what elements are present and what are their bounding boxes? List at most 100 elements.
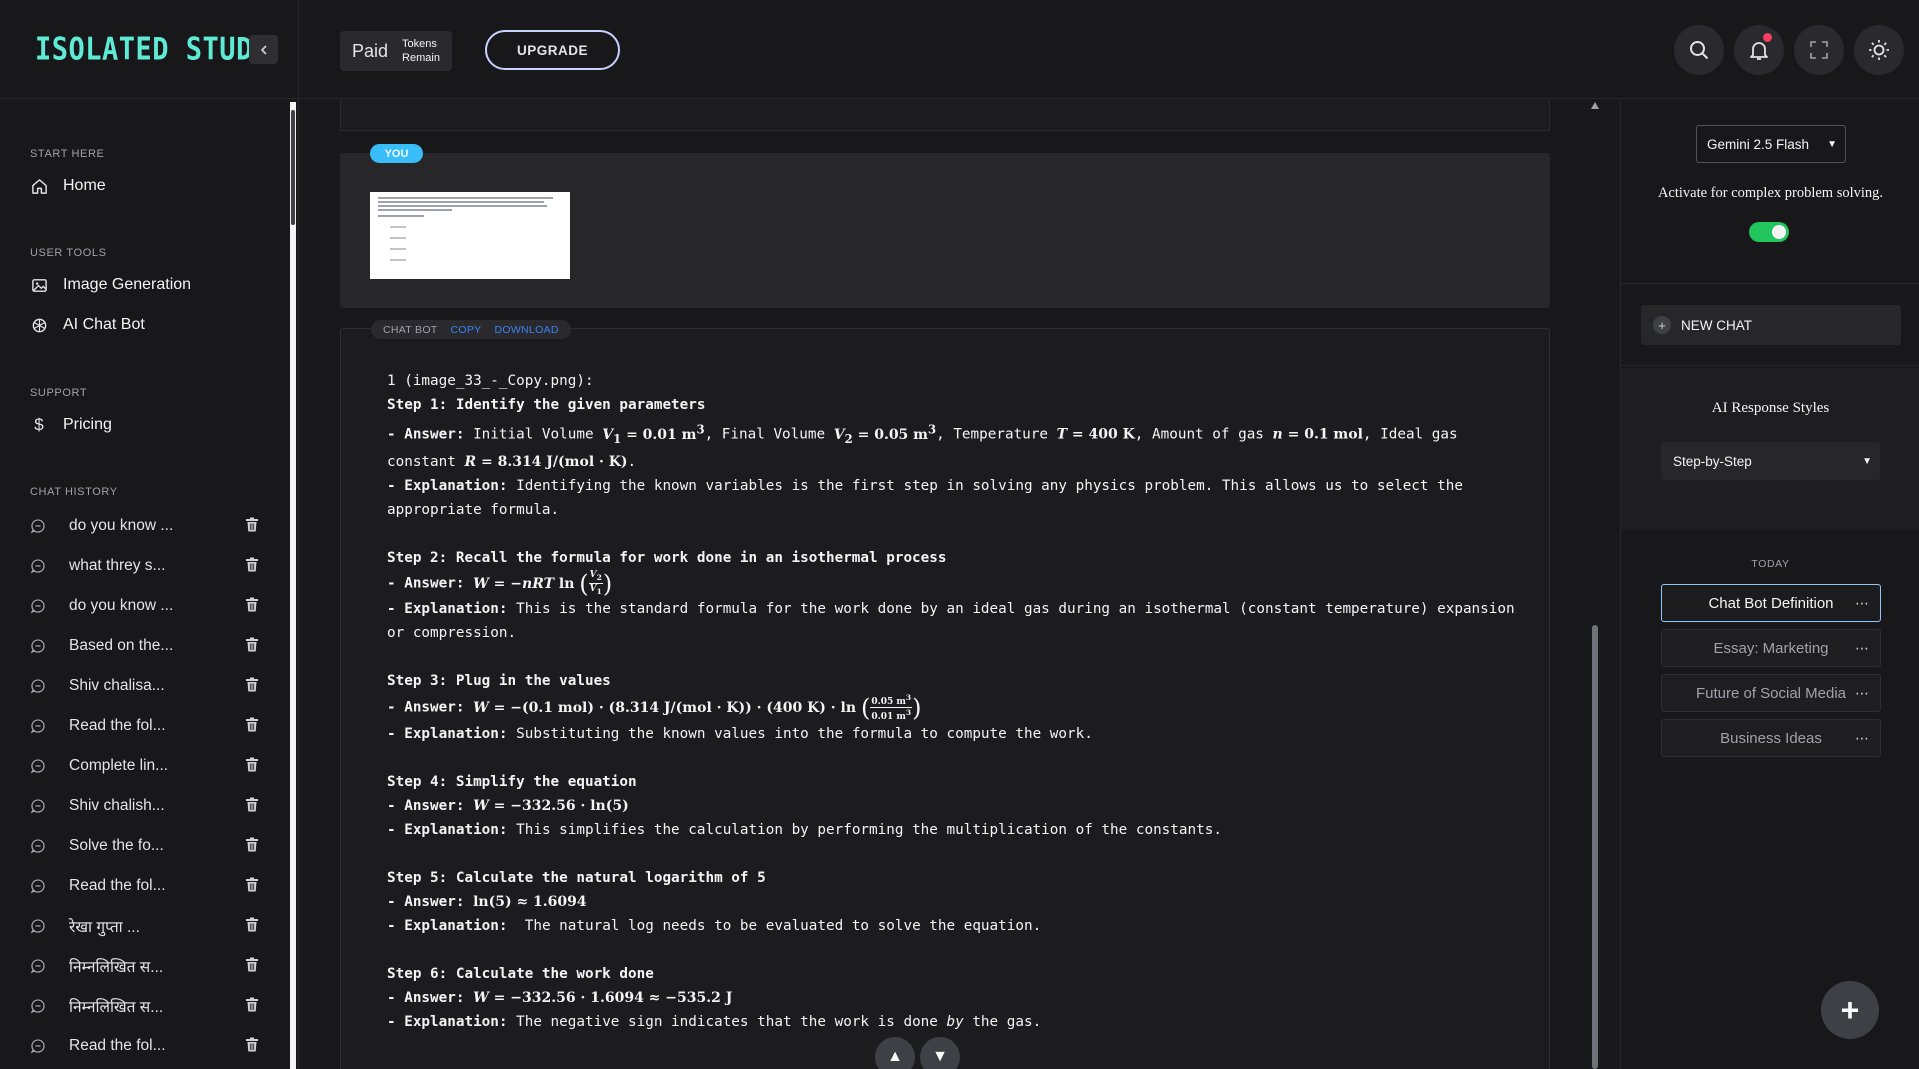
trash-icon[interactable] — [245, 957, 259, 976]
chat-history-title: निम्नलिखित स... — [69, 959, 164, 976]
more-icon[interactable]: ⋯ — [1855, 640, 1870, 657]
conversation-item[interactable]: Future of Social Media ⋯ — [1661, 674, 1881, 712]
sidebar-scrollbar[interactable] — [290, 102, 296, 1069]
sidebar-item-label: AI Chat Bot — [63, 316, 145, 333]
collapse-sidebar-button[interactable] — [249, 35, 278, 64]
conversation-title: Business Ideas — [1720, 729, 1822, 747]
chat-bot-tag: CHAT BOT — [383, 323, 438, 336]
more-icon[interactable]: ⋯ — [1855, 685, 1870, 702]
step-explanation: - Explanation: The negative sign indicat… — [387, 1014, 1042, 1031]
floating-add-button[interactable]: + — [1821, 981, 1879, 1039]
section-title-start: START HERE — [30, 148, 105, 160]
complex-solving-toggle[interactable] — [1749, 222, 1789, 242]
step-title: Step 1: Identify the given parameters — [387, 397, 706, 413]
chat-history-item[interactable]: Complete lin... — [0, 746, 290, 786]
chat-bubble-icon — [30, 558, 47, 575]
user-message: YOU — [340, 144, 1550, 308]
step-explanation: - Explanation: This is the standard form… — [387, 601, 1515, 642]
fullscreen-button[interactable] — [1794, 25, 1844, 75]
step-title: Step 5: Calculate the natural logarithm … — [387, 870, 766, 887]
chat-history-item[interactable]: Based on the... — [0, 626, 290, 666]
trash-icon[interactable] — [245, 1037, 259, 1056]
notification-dot — [1763, 33, 1772, 42]
new-chat-button[interactable]: + NEW CHAT — [1641, 305, 1901, 345]
conversation-item[interactable]: Business Ideas ⋯ — [1661, 719, 1881, 757]
brand-logo[interactable]: ISOLATED STUDY — [35, 31, 270, 67]
sidebar-item-ai-chat-bot[interactable]: AI Chat Bot — [0, 305, 290, 345]
trash-icon[interactable] — [245, 997, 259, 1016]
sidebar-scroll-thumb[interactable] — [291, 110, 295, 225]
chat-history-item[interactable]: Solve the fo... — [0, 826, 290, 866]
chat-history-item[interactable]: Read the fol... — [0, 866, 290, 906]
trash-icon[interactable] — [245, 917, 259, 936]
chat-bubble-icon — [30, 998, 47, 1015]
chat-history-item[interactable]: Shiv chalisa... — [0, 666, 290, 706]
trash-icon[interactable] — [245, 637, 259, 656]
trash-icon[interactable] — [245, 677, 259, 696]
chat-bubble-icon — [30, 798, 47, 815]
chat-area: YOU CHAT BOT COPY DOWNLOAD 1 (image_33_-… — [300, 100, 1620, 1069]
response-styles-panel: AI Response Styles Step-by-Step ▼ — [1621, 368, 1919, 530]
chat-scrollbar[interactable] — [1590, 100, 1600, 1069]
conversation-title: Essay: Marketing — [1713, 639, 1829, 657]
step-explanation: - Explanation: The natural log needs to … — [387, 918, 1042, 935]
chat-history-item[interactable]: Shiv chalish... — [0, 786, 290, 826]
step-answer: - Answer: Initial Volume V1 = 0.01 m3, F… — [387, 422, 1458, 471]
trash-icon[interactable] — [245, 837, 259, 856]
model-select[interactable]: Gemini 2.5 Flash ▼ — [1696, 125, 1846, 163]
trash-icon[interactable] — [245, 517, 259, 536]
chat-bubble-icon — [30, 678, 47, 695]
chat-history-item[interactable]: निम्नलिखित स... — [0, 986, 290, 1026]
search-button[interactable] — [1674, 25, 1724, 75]
copy-button[interactable]: COPY — [451, 324, 482, 336]
chat-history-item[interactable]: रेखा गुप्ता ... — [0, 906, 290, 946]
trash-icon[interactable] — [245, 717, 259, 736]
upgrade-button[interactable]: UPGRADE — [485, 30, 620, 70]
step-answer: - Answer: W = −332.56 · 1.6094 ≈ −535.2 … — [387, 990, 733, 1007]
chat-scroll-thumb[interactable] — [1592, 625, 1598, 1069]
chat-bubble-icon — [30, 838, 47, 855]
sidebar-item-image-generation[interactable]: Image Generation — [0, 265, 290, 305]
openai-icon — [30, 316, 48, 334]
bot-message: CHAT BOT COPY DOWNLOAD 1 (image_33_-_Cop… — [340, 320, 1550, 1069]
trash-icon[interactable] — [245, 877, 259, 896]
trash-icon[interactable] — [245, 597, 259, 616]
trash-icon[interactable] — [245, 557, 259, 576]
conversation-item[interactable]: Essay: Marketing ⋯ — [1661, 629, 1881, 667]
trash-icon[interactable] — [245, 797, 259, 816]
theme-toggle-button[interactable] — [1854, 25, 1904, 75]
chat-history-item[interactable]: Read the fol... — [0, 1026, 290, 1066]
chat-history-title: निम्नलिखित स... — [69, 999, 164, 1016]
scroll-up-arrow[interactable] — [1591, 102, 1599, 109]
chat-bubble-icon — [30, 918, 47, 935]
sidebar-item-pricing[interactable]: $ Pricing — [0, 405, 290, 445]
more-icon[interactable]: ⋯ — [1855, 730, 1870, 747]
chevron-down-icon: ▼ — [1862, 455, 1872, 467]
conversation-item[interactable]: Chat Bot Definition ⋯ — [1661, 584, 1881, 622]
activate-description: Activate for complex problem solving. — [1657, 185, 1884, 201]
sidebar-item-home[interactable]: Home — [0, 166, 290, 206]
toggle-knob — [1772, 225, 1786, 239]
chat-history-title: do you know ... — [69, 517, 174, 534]
chat-history-item[interactable]: निम्नलिखित स... — [0, 946, 290, 986]
model-select-value: Gemini 2.5 Flash — [1707, 136, 1810, 152]
response-style-select[interactable]: Step-by-Step ▼ — [1661, 442, 1880, 480]
download-button[interactable]: DOWNLOAD — [494, 324, 558, 336]
chat-history-item[interactable]: do you know ... — [0, 586, 290, 626]
brand-row: ISOLATED STUDY — [0, 0, 298, 99]
chat-history-item[interactable]: what threy s... — [0, 546, 290, 586]
trash-icon[interactable] — [245, 757, 259, 776]
chat-history-item[interactable]: Read the fol... — [0, 706, 290, 746]
step-title: Step 6: Calculate the work done — [387, 966, 654, 983]
more-icon[interactable]: ⋯ — [1855, 595, 1870, 612]
conversation-title: Chat Bot Definition — [1708, 594, 1834, 612]
step-answer: - Answer: W = −332.56 · ln(5) — [387, 798, 629, 815]
chat-history-item[interactable]: do you know ... — [0, 506, 290, 546]
uploaded-image-thumbnail[interactable] — [370, 192, 570, 279]
chat-history-title: Shiv chalisa... — [69, 677, 165, 694]
scroll-up-button[interactable]: ▲ — [875, 1037, 915, 1069]
plus-icon: + — [1840, 991, 1860, 1028]
scroll-down-button[interactable]: ▼ — [920, 1037, 960, 1069]
notifications-button[interactable] — [1734, 25, 1784, 75]
chat-history-list: do you know ... what threy s... do you kno… — [0, 506, 290, 1066]
